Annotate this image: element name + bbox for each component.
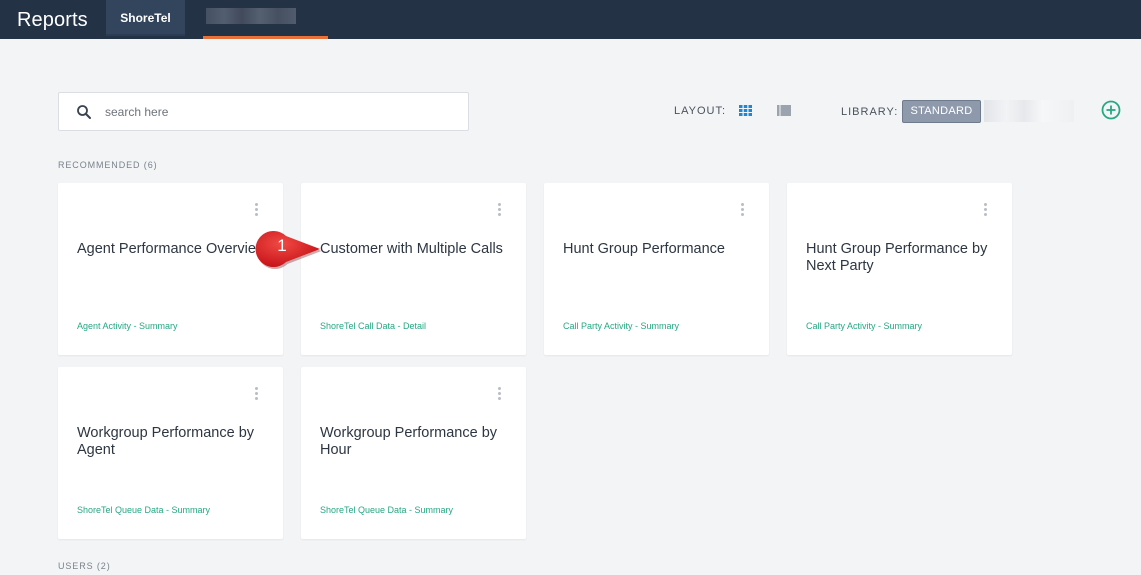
search-input[interactable] [105, 101, 455, 123]
grid-view-icon[interactable] [739, 105, 752, 116]
redacted-tab-label [206, 8, 296, 24]
card-title: Workgroup Performance by Agent [77, 425, 255, 458]
more-vertical-icon[interactable] [253, 203, 259, 217]
search-icon [77, 105, 91, 119]
section-users-label: USERS (2) [58, 561, 111, 571]
callout-number: 1 [277, 236, 287, 255]
report-card[interactable]: Workgroup Performance by Hour ShoreTel Q… [301, 367, 526, 539]
card-title: Workgroup Performance by Hour [320, 425, 498, 458]
card-subtitle: Call Party Activity - Summary [806, 321, 923, 331]
card-subtitle: ShoreTel Queue Data - Summary [320, 505, 454, 515]
card-title: Agent Performance Overview [77, 241, 267, 257]
add-circle-icon[interactable] [1101, 100, 1121, 120]
library-label: LIBRARY: [841, 106, 899, 118]
search-box[interactable] [58, 92, 469, 131]
card-subtitle: ShoreTel Queue Data - Summary [77, 505, 211, 515]
redacted-library-option[interactable] [984, 100, 1074, 122]
report-card[interactable]: Hunt Group Performance Call Party Activi… [544, 183, 769, 355]
card-title: Customer with Multiple Calls [320, 241, 503, 257]
report-card[interactable]: Workgroup Performance by Agent ShoreTel … [58, 367, 283, 539]
more-vertical-icon[interactable] [739, 203, 745, 217]
card-subtitle: Call Party Activity - Summary [563, 321, 680, 331]
standard-library-button[interactable]: STANDARD [902, 100, 981, 123]
layout-label: LAYOUT: [674, 105, 727, 117]
tab-redacted[interactable] [203, 0, 328, 39]
card-title: Hunt Group Performance [563, 241, 725, 257]
top-bar: Reports ShoreTel [0, 0, 1141, 39]
tab-shoretel[interactable]: ShoreTel [106, 0, 185, 36]
more-vertical-icon[interactable] [496, 387, 502, 401]
list-view-icon[interactable] [777, 105, 791, 116]
more-vertical-icon[interactable] [253, 387, 259, 401]
more-vertical-icon[interactable] [982, 203, 988, 217]
card-title: Hunt Group Performance by Next Party [806, 241, 988, 274]
section-recommended-label: RECOMMENDED (6) [58, 160, 158, 170]
app-title: Reports [17, 9, 88, 31]
report-card[interactable]: Hunt Group Performance by Next Party Cal… [787, 183, 1012, 355]
report-card[interactable]: Customer with Multiple Calls ShoreTel Ca… [301, 183, 526, 355]
more-vertical-icon[interactable] [496, 203, 502, 217]
card-subtitle: ShoreTel Call Data - Detail [320, 321, 427, 331]
card-subtitle: Agent Activity - Summary [77, 321, 178, 331]
